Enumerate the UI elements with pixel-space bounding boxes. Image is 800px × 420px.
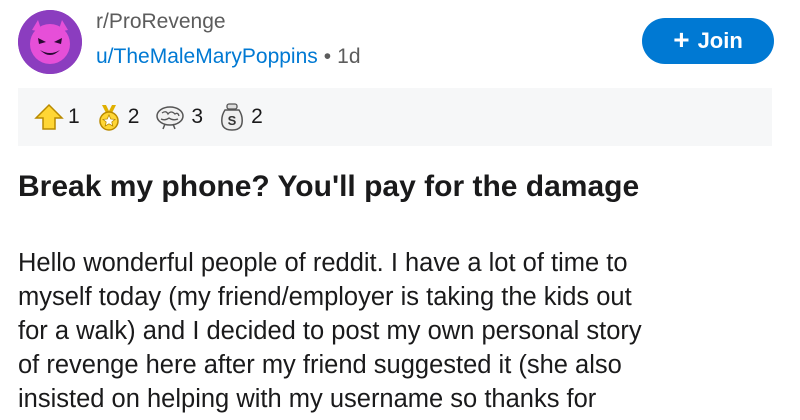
body-line: insisted on helping with my username so … [18, 385, 597, 413]
award-upvote[interactable]: 1 [34, 102, 80, 132]
meta-separator: • [323, 45, 332, 68]
svg-text:S: S [228, 113, 237, 128]
subreddit-avatar[interactable] [18, 10, 82, 74]
award-money-bag[interactable]: S 2 [217, 102, 263, 132]
post-body: Hello wonderful people of reddit. I have… [18, 246, 798, 416]
award-medal[interactable]: 2 [94, 102, 140, 132]
author-link[interactable]: u/TheMaleMaryPoppins [96, 45, 318, 68]
post-age: 1d [337, 45, 361, 68]
award-count: 2 [127, 105, 140, 128]
join-label: Join [697, 28, 743, 53]
devil-face-icon [18, 10, 82, 74]
subreddit-name[interactable]: r/ProRevenge [96, 10, 226, 34]
body-line: for a walk) and I decided to post my own… [18, 317, 642, 345]
body-line: Hello wonderful people of reddit. I have… [18, 249, 628, 277]
body-line: myself today (my friend/employer is taki… [18, 283, 632, 311]
award-count: 1 [68, 105, 80, 128]
money-bag-award-icon: S [221, 103, 243, 131]
star-medal-award-icon [98, 105, 119, 131]
brain-award-icon [156, 106, 185, 130]
upvote-award-icon [34, 103, 64, 130]
award-brain[interactable]: 3 [153, 102, 203, 132]
join-button[interactable]: + Join [642, 18, 774, 64]
awards-bar: 1 2 3 S 2 [18, 88, 772, 146]
post-title[interactable]: Break my phone? You'll pay for the damag… [18, 170, 788, 204]
award-count: 3 [191, 105, 204, 128]
award-count: 2 [251, 105, 263, 128]
plus-icon: + [673, 23, 690, 55]
post-meta: u/TheMaleMaryPoppins • 1d [96, 45, 361, 69]
body-line: of revenge here after my friend suggeste… [18, 351, 622, 379]
